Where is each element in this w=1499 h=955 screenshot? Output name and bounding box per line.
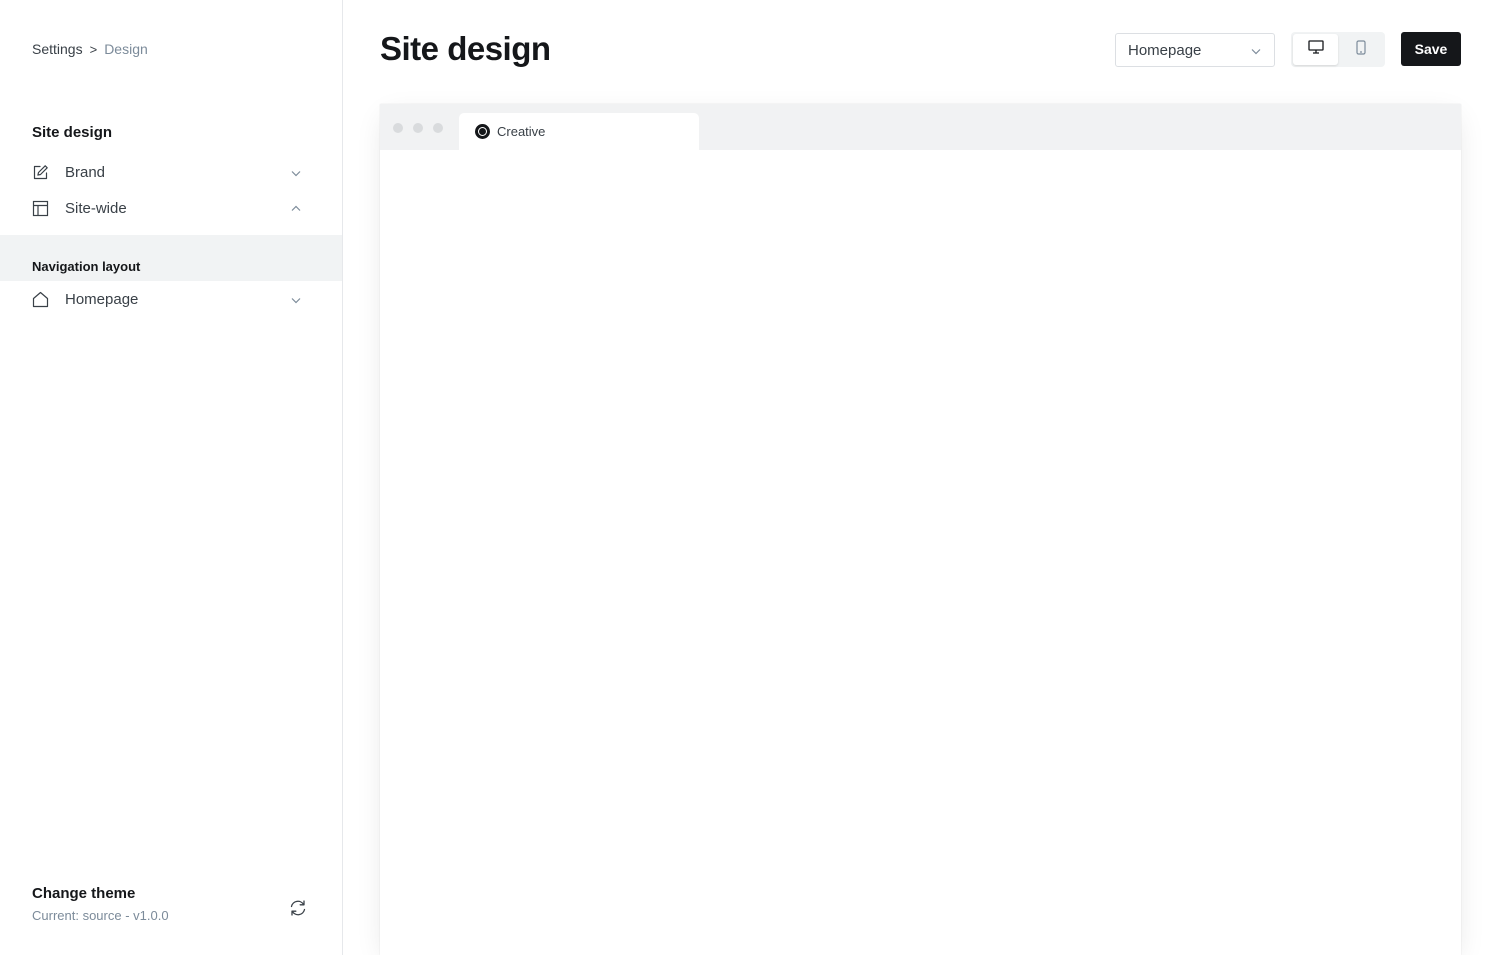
page-select[interactable]: Homepage <box>1115 33 1275 67</box>
page-title: Site design <box>380 30 551 67</box>
change-theme-section: Change theme Current: source - v1.0.0 <box>32 885 312 923</box>
current-theme-label: Current: source - v1.0.0 <box>32 908 169 923</box>
breadcrumb-current: Design <box>104 41 148 57</box>
sidebar-section-title: Site design <box>32 124 113 141</box>
mobile-view-button[interactable] <box>1338 34 1383 65</box>
edit-icon <box>32 164 49 181</box>
window-dot-icon <box>433 123 443 133</box>
navigation-layout-header <box>0 235 342 281</box>
chevron-down-icon[interactable] <box>290 293 302 305</box>
browser-tab-title: Creative <box>497 124 546 139</box>
save-button[interactable]: Save <box>1401 32 1461 66</box>
window-dot-icon <box>413 123 423 133</box>
desktop-view-button[interactable] <box>1293 34 1338 65</box>
site-preview-frame: Creative <box>380 104 1461 955</box>
sidebar-item-label: Brand <box>65 163 106 181</box>
breadcrumb-settings-link[interactable]: Settings <box>32 41 83 57</box>
sidebar-item-homepage[interactable]: Homepage <box>32 287 306 311</box>
sidebar-item-label: Site-wide <box>65 199 127 217</box>
breadcrumb: Settings > Design <box>32 41 148 57</box>
browser-chrome: Creative <box>380 104 1461 150</box>
sidebar-item-site-wide[interactable]: Site-wide <box>32 196 306 220</box>
settings-sidebar: Settings > Design Site design Brand Site… <box>0 0 343 955</box>
chevron-up-icon[interactable] <box>290 202 302 214</box>
site-favicon-icon <box>475 124 490 139</box>
sidebar-item-brand[interactable]: Brand <box>32 160 306 184</box>
window-dot-icon <box>393 123 403 133</box>
home-icon <box>32 291 49 308</box>
chevron-down-icon <box>1250 44 1262 56</box>
browser-tab: Creative <box>459 113 699 150</box>
navigation-layout-label: Navigation layout <box>32 259 141 274</box>
page-select-value: Homepage <box>1128 41 1202 59</box>
mobile-icon <box>1355 39 1366 60</box>
layout-icon <box>32 200 49 217</box>
chevron-down-icon[interactable] <box>290 166 302 178</box>
sidebar-item-label: Homepage <box>65 290 139 308</box>
breadcrumb-separator: > <box>89 41 98 57</box>
desktop-icon <box>1307 40 1324 59</box>
device-toggle <box>1291 32 1385 67</box>
change-theme-title[interactable]: Change theme <box>32 885 312 902</box>
refresh-icon[interactable] <box>288 898 308 918</box>
